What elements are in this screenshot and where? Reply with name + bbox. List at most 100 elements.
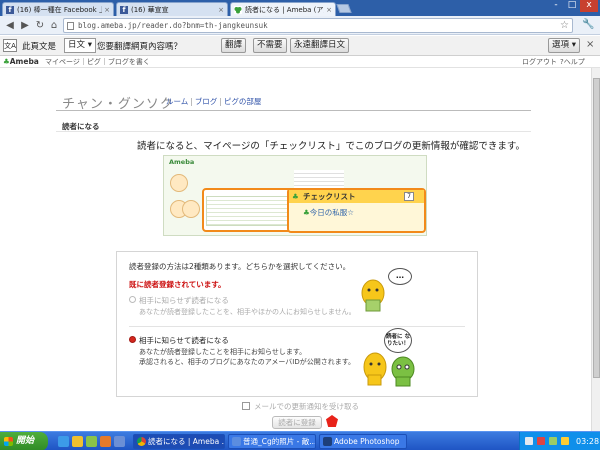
option-description: あなたが読者登録したことを相手にお知らせします。 承認されると、相手のブログにあな… [139, 348, 356, 366]
start-button[interactable]: 開始 [0, 432, 48, 450]
ameba-characters-pair [363, 352, 415, 387]
mail-notification-label: メールでの更新通知を受け取る [254, 402, 359, 411]
ameba-character-yellow [361, 279, 385, 312]
facebook-icon: f [6, 5, 14, 14]
minimize-button[interactable]: - [548, 0, 564, 12]
url-text: blog.ameba.jp/reader.do?bnm=th-jangkeuns… [78, 21, 268, 30]
ie-quicklaunch-icon[interactable] [58, 436, 69, 447]
security-icon[interactable] [537, 437, 545, 445]
already-registered-text: 既に読者登録されています。 [129, 280, 226, 289]
divider [56, 131, 531, 132]
language-select[interactable]: 日文 ▾ [64, 38, 96, 53]
nav-pigg-room-link[interactable]: ピグの部屋 [224, 97, 262, 106]
methods-text: 読者登録の方法は2種類あります。どちらかを選択してください。 [129, 262, 351, 271]
blog-nav: ルーム | ブログ | ピグの部屋 [166, 97, 262, 106]
tab-label: 読者になる | Ameba (アメ [245, 5, 325, 14]
close-icon[interactable]: × [104, 6, 110, 14]
wrench-icon[interactable]: 🔧 [582, 19, 594, 30]
tab-label: (16) 棒一種在 Facebook 上 [17, 5, 103, 14]
ameba-header-links[interactable]: マイページ｜ピグ｜ブログを書く [45, 57, 150, 67]
close-icon[interactable]: × [326, 6, 332, 14]
forward-button[interactable]: ▶ [18, 19, 32, 32]
home-button[interactable]: ⌂ [47, 19, 61, 32]
checklist-item: ♣今日の私服☆ [303, 208, 354, 217]
photo-viewer-icon [232, 437, 241, 446]
nav-room-link[interactable]: ルーム [166, 97, 188, 106]
chrome-icon [137, 437, 146, 446]
nope-button[interactable]: 不需要 [253, 38, 287, 53]
ameba-leaf-icon: ♣ [3, 57, 10, 66]
help-link[interactable]: ?ヘルプ [560, 57, 585, 67]
taskbar: 開始 読者になる | Ameba ... 普通_Cg的照片 - 敵... Ado… [0, 431, 600, 450]
back-button[interactable]: ◀ [3, 19, 17, 32]
intro-text: 読者になると、マイページの「チェックリスト」でこのブログの更新情報が確認できます… [137, 141, 525, 152]
option-label: 相手に知らせず読者になる [139, 296, 229, 305]
radio-notify-reader[interactable] [129, 336, 136, 343]
close-icon[interactable]: × [218, 6, 224, 14]
ameba-leaf-icon: ♣ [303, 208, 310, 217]
tab-facebook-1[interactable]: f (16) 棒一種在 Facebook 上 × [2, 2, 114, 16]
close-icon[interactable]: × [586, 39, 594, 50]
ameba-logo[interactable]: ♣Ameba [3, 57, 39, 67]
checklist-popup: ♣ チェックリスト 7 ♣今日の私服☆ [287, 188, 426, 233]
maximize-button[interactable]: □ [564, 0, 580, 12]
app-quicklaunch-icon[interactable] [100, 436, 111, 447]
star-icon[interactable]: ☆ [560, 19, 569, 32]
ime-icon[interactable] [561, 437, 569, 445]
tab-ameba[interactable]: 読者になる | Ameba (アメ × [230, 2, 336, 16]
register-reader-button[interactable]: 読者に登録 [272, 416, 322, 429]
reader-registration-box: 読者登録の方法は2種類あります。どちらかを選択してください。 既に読者登録されて… [116, 251, 478, 397]
checklist-count-badge: 7 [404, 192, 414, 201]
system-tray: 03:28 [519, 432, 600, 450]
cursor-marker-icon [326, 415, 338, 427]
page-scrollbar[interactable] [591, 68, 600, 431]
scrollbar-thumb[interactable] [593, 78, 600, 378]
ameba-leaf-icon: ♣ [292, 192, 299, 201]
ameba-header: ♣Ameba マイページ｜ピグ｜ブログを書く ログアウト ?ヘルプ [0, 57, 600, 68]
speech-bubble: 読者に なりたい！ [384, 328, 412, 353]
taskbar-item-photos[interactable]: 普通_Cg的照片 - 敵... [228, 434, 316, 449]
avatar [182, 200, 200, 218]
translate-icon: 文A [3, 39, 17, 52]
preview-logo: Ameba [169, 158, 195, 166]
page-icon [67, 22, 74, 30]
translate-label: 此頁文是 [22, 42, 57, 52]
preview-list [206, 196, 292, 226]
nav-blog-link[interactable]: ブログ [195, 97, 218, 106]
volume-icon[interactable] [549, 437, 557, 445]
taskbar-item-photoshop[interactable]: Adobe Photoshop [319, 434, 407, 449]
taskbar-item-chrome[interactable]: 読者になる | Ameba ... [133, 434, 225, 449]
address-bar[interactable]: blog.ameba.jp/reader.do?bnm=th-jangkeuns… [63, 18, 573, 33]
reload-button[interactable]: ↻ [33, 19, 47, 32]
browser-toolbar: ◀ ▶ ↻ ⌂ blog.ameba.jp/reader.do?bnm=th-j… [0, 16, 600, 35]
option-label: 相手に知らせて読者になる [139, 336, 229, 345]
speech-bubble: … [388, 268, 412, 285]
photoshop-icon [323, 437, 332, 446]
new-tab-button[interactable] [336, 4, 352, 13]
close-window-button[interactable]: x [580, 0, 598, 12]
clock: 03:28 [576, 437, 600, 446]
avatar [170, 174, 188, 192]
facebook-icon: f [120, 5, 128, 14]
preview-text-lines [294, 170, 344, 190]
translate-button[interactable]: 翻譯 [221, 38, 247, 53]
mail-notification-checkbox[interactable] [242, 402, 250, 410]
radio-secret-reader[interactable] [129, 296, 136, 303]
option-description: あなたが読者登録したことを、相手やほかの人にお知らせしません。 [139, 308, 356, 316]
tab-facebook-2[interactable]: f (16) 華宣宣 × [116, 2, 228, 16]
logout-link[interactable]: ログアウト [522, 57, 557, 67]
tab-label: (16) 華宣宣 [131, 5, 169, 14]
desktop-quicklaunch-icon[interactable] [86, 436, 97, 447]
windows-flag-icon [4, 437, 13, 446]
always-translate-button[interactable]: 永遠翻譯日文 [290, 38, 350, 53]
divider [56, 110, 531, 111]
translate-options-button[interactable]: 選項 ▾ [548, 38, 580, 53]
preview-highlight [202, 188, 296, 232]
divider [129, 326, 465, 327]
ameba-leaf-icon [234, 5, 242, 14]
folder-quicklaunch-icon[interactable] [72, 436, 83, 447]
network-icon[interactable] [525, 437, 533, 445]
tab-strip: f (16) 棒一種在 Facebook 上 × f (16) 華宣宣 × 読者… [0, 0, 600, 16]
translate-question: 您要翻譯網頁內容嗎？ [97, 42, 183, 52]
app-quicklaunch-icon[interactable] [114, 436, 125, 447]
